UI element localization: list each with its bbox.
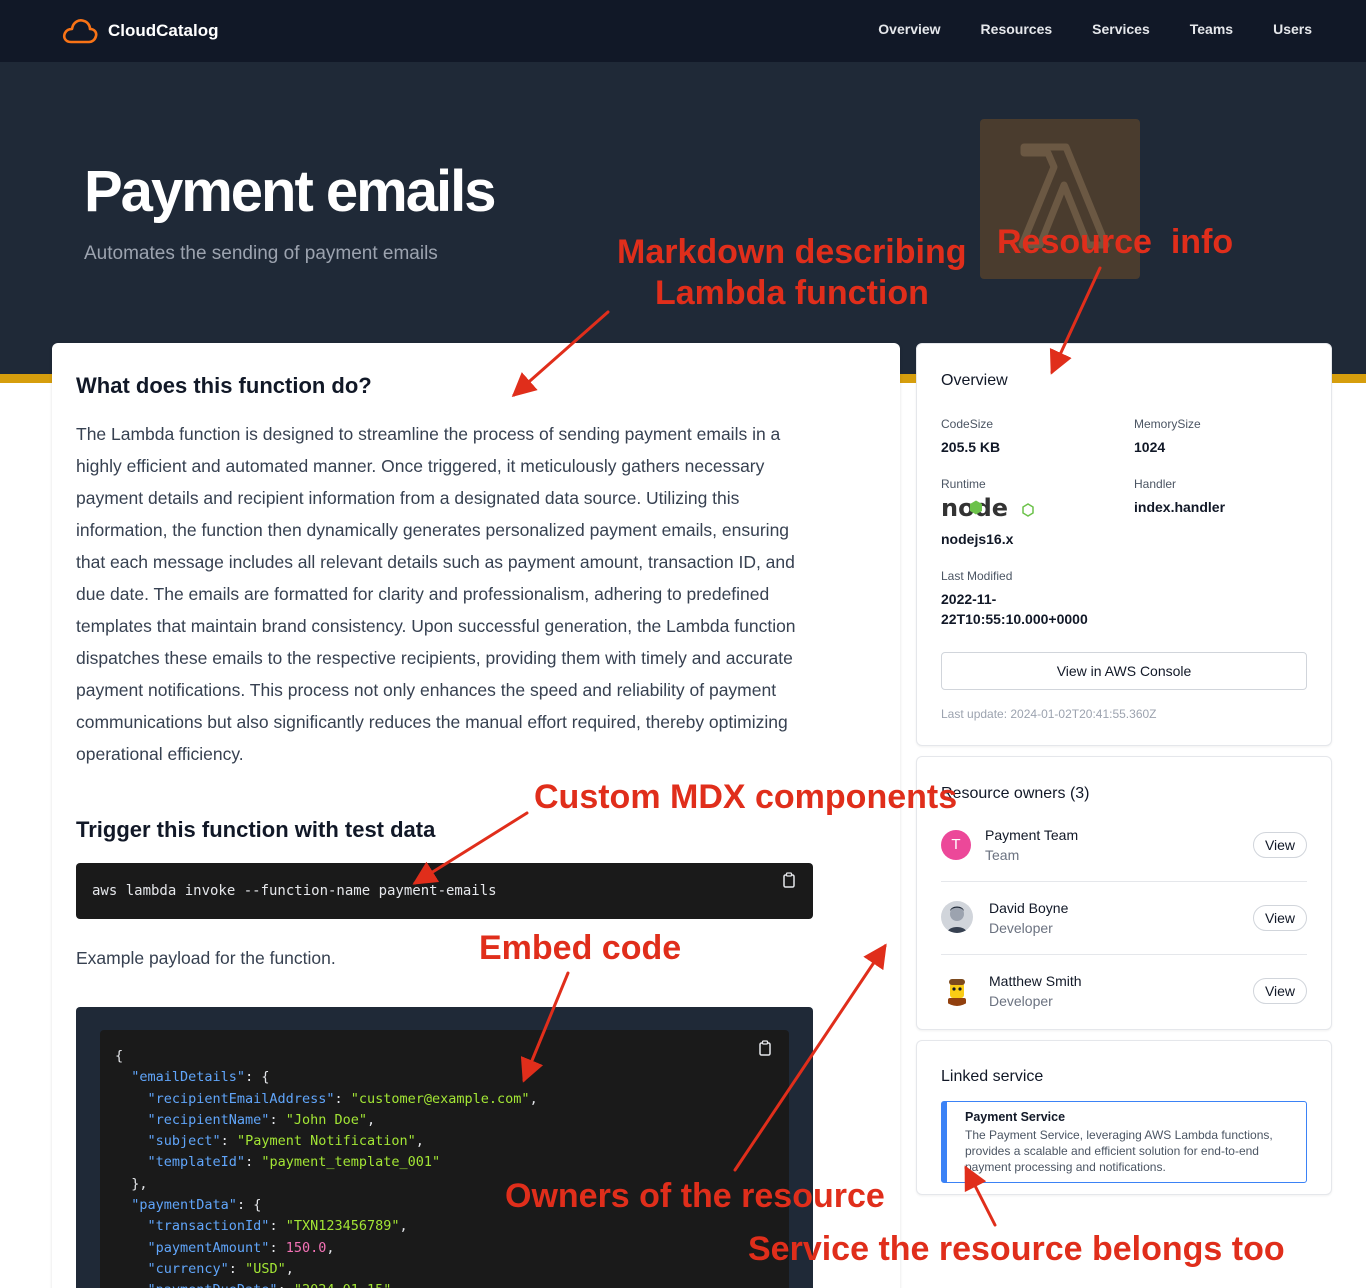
page-subtitle: Automates the sending of payment emails [84, 243, 438, 264]
payload-code-panel: { "emailDetails": { "recipientEmailAddre… [100, 1030, 789, 1288]
overview-title: Overview [941, 372, 1008, 389]
nav-link-users[interactable]: Users [1273, 21, 1312, 37]
page-title: Payment emails [84, 159, 496, 224]
annotation-resource-info: Resource info [997, 223, 1234, 261]
memory-size-value: 1024 [1134, 439, 1166, 455]
command-text: aws lambda invoke --function-name paymen… [92, 883, 497, 899]
owner-divider [941, 954, 1307, 955]
linked-service-item[interactable]: Payment Service The Payment Service, lev… [941, 1101, 1307, 1183]
command-block: aws lambda invoke --function-name paymen… [76, 863, 813, 919]
annotation-markdown-2: Lambda function [655, 274, 929, 312]
view-owner-button[interactable]: View [1253, 832, 1307, 858]
view-owner-button[interactable]: View [1253, 978, 1307, 1004]
runtime-value: nodejs16.x [941, 531, 1014, 547]
owner-name: David Boyne [989, 900, 1069, 916]
view-owner-button[interactable]: View [1253, 905, 1307, 931]
team-avatar: T [941, 830, 971, 860]
nav-link-resources[interactable]: Resources [981, 21, 1053, 37]
nav-link-overview[interactable]: Overview [878, 21, 940, 37]
function-description: The Lambda function is designed to strea… [76, 424, 796, 764]
cloud-icon [62, 19, 98, 44]
avatar [941, 901, 973, 933]
owner-divider [941, 881, 1307, 882]
runtime-label: Runtime [941, 477, 986, 491]
linked-service-title: Linked service [941, 1068, 1044, 1085]
code-size-value: 205.5 KB [941, 439, 1001, 455]
brand[interactable]: CloudCatalog [62, 16, 219, 46]
handler-label: Handler [1134, 477, 1177, 491]
annotation-markdown-1: Markdown describing [617, 233, 967, 271]
last-update: Last update: 2024-01-02T20:41:55.360Z [941, 707, 1157, 721]
last-modified-label: Last Modified [941, 569, 1013, 583]
owners-title: Resource owners (3) [941, 785, 1090, 802]
annotation-service: Service the resource belongs too [748, 1230, 1285, 1268]
overview-card: Overview CodeSize 205.5 KB MemorySize 10… [916, 343, 1332, 746]
embed-code-block: { "emailDetails": { "recipientEmailAddre… [76, 1007, 813, 1288]
last-modified-value-1: 2022-11- [941, 591, 997, 607]
owner-role: Team [985, 847, 1020, 863]
section-heading-what: What does this function do? [76, 373, 372, 398]
owner-name: Matthew Smith [989, 973, 1082, 989]
section-heading-trigger: Trigger this function with test data [76, 817, 436, 842]
linked-service-card: Linked service Payment Service The Payme… [916, 1040, 1332, 1195]
owner-role: Developer [989, 920, 1053, 936]
nav-link-services[interactable]: Services [1092, 21, 1150, 37]
view-aws-console-button[interactable]: View in AWS Console [941, 652, 1307, 690]
nodejs-logo: node [941, 494, 1034, 522]
copy-icon[interactable] [758, 1040, 772, 1056]
brand-name: CloudCatalog [108, 21, 219, 40]
owner-name: Payment Team [985, 827, 1079, 843]
annotation-owners: Owners of the resource [505, 1177, 885, 1215]
resource-owners-card: Resource owners (3) T Payment Team Team … [916, 756, 1332, 1030]
annotation-embed-code: Embed code [479, 929, 682, 967]
payload-json: { "emailDetails": { "recipientEmailAddre… [115, 1048, 538, 1288]
nav-link-teams[interactable]: Teams [1190, 21, 1233, 37]
payload-label: Example payload for the function. [76, 948, 336, 968]
service-name: Payment Service [965, 1110, 1066, 1124]
avatar [941, 974, 973, 1006]
copy-icon[interactable] [782, 872, 796, 888]
memory-size-label: MemorySize [1134, 417, 1201, 431]
nav-links: Overview Resources Services Teams Users [838, 21, 1312, 37]
service-description: The Payment Service, leveraging AWS Lamb… [965, 1128, 1273, 1174]
handler-value: index.handler [1134, 499, 1226, 515]
last-modified-value-2: 22T10:55:10.000+0000 [941, 611, 1088, 627]
owner-role: Developer [989, 993, 1053, 1009]
annotation-mdx: Custom MDX components [534, 778, 958, 816]
code-size-label: CodeSize [941, 417, 994, 431]
top-nav: CloudCatalog Overview Resources Services… [0, 0, 1366, 62]
